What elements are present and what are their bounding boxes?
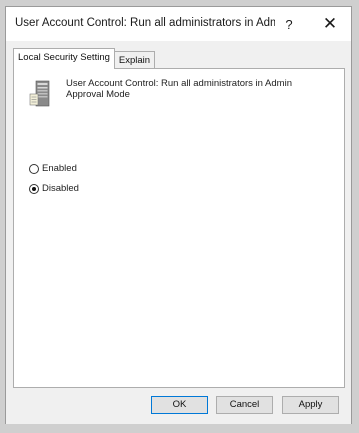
disabled-radio[interactable] [29, 183, 39, 194]
close-button[interactable]: ✕ [315, 13, 345, 35]
cancel-button[interactable]: Cancel [216, 396, 273, 414]
disabled-label: Disabled [42, 183, 79, 194]
disabled-option[interactable]: Disabled [29, 183, 79, 194]
tab-explain[interactable]: Explain [113, 51, 156, 69]
apply-button[interactable]: Apply [282, 396, 339, 414]
tab-strip: Local Security Setting Explain [13, 48, 156, 69]
title-bar: User Account Control: Run all administra… [6, 7, 351, 41]
policy-server-icon [29, 80, 50, 107]
enabled-radio[interactable] [29, 163, 39, 174]
enabled-label: Enabled [42, 163, 77, 174]
policy-name: User Account Control: Run all administra… [66, 78, 292, 100]
help-button[interactable]: ? [278, 15, 300, 35]
window-title: User Account Control: Run all administra… [15, 17, 275, 29]
properties-dialog: User Account Control: Run all administra… [5, 6, 352, 424]
dialog-body: Local Security Setting Explain User Acco… [6, 41, 351, 424]
ok-button[interactable]: OK [151, 396, 208, 414]
tab-panel: User Account Control: Run all administra… [13, 68, 345, 388]
tab-local-security-setting[interactable]: Local Security Setting [13, 48, 115, 69]
enabled-option[interactable]: Enabled [29, 163, 77, 174]
